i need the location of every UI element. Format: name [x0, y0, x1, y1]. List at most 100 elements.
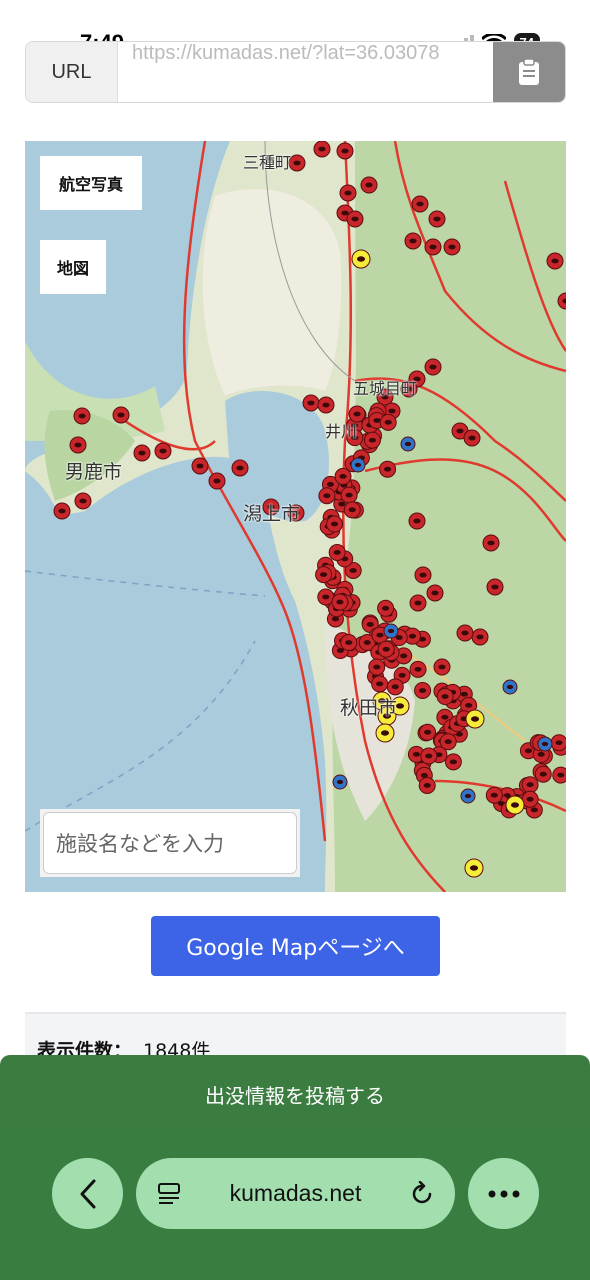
sighting-marker[interactable] — [231, 459, 249, 477]
tab-list-icon — [158, 1182, 180, 1204]
sighting-marker[interactable] — [419, 723, 437, 741]
sighting-marker[interactable] — [428, 210, 446, 228]
sighting-marker[interactable] — [456, 624, 474, 642]
more-options-button[interactable] — [468, 1158, 539, 1229]
sighting-marker[interactable] — [408, 512, 426, 530]
sighting-marker[interactable] — [288, 154, 306, 172]
map-view-button[interactable]: 地図 — [40, 240, 106, 294]
sighting-marker[interactable] — [546, 252, 564, 270]
post-sighting-button[interactable]: 出没情報を投稿する — [0, 1055, 590, 1133]
sighting-marker[interactable] — [208, 472, 226, 490]
facility-search-input[interactable]: 施設名などを入力 — [43, 812, 297, 874]
sighting-marker[interactable] — [368, 658, 386, 676]
sighting-marker[interactable] — [375, 723, 395, 743]
sighting-marker[interactable] — [460, 788, 476, 804]
sighting-marker[interactable] — [464, 858, 484, 878]
sighting-marker[interactable] — [346, 210, 364, 228]
sighting-marker[interactable] — [351, 249, 371, 269]
sighting-marker[interactable] — [317, 396, 335, 414]
sighting-marker[interactable] — [340, 486, 358, 504]
sighting-marker[interactable] — [331, 593, 349, 611]
sighting-marker[interactable] — [482, 534, 500, 552]
browser-toolbar: kumadas.net — [0, 1133, 590, 1280]
sighting-marker[interactable] — [443, 238, 461, 256]
sighting-marker[interactable] — [404, 232, 422, 250]
sighting-marker[interactable] — [537, 736, 553, 752]
url-row: URL https://kumadas.net/?lat=36.03078 — [25, 41, 566, 103]
sighting-marker[interactable] — [418, 776, 436, 794]
sighting-marker[interactable] — [400, 436, 416, 452]
sighting-marker[interactable] — [471, 628, 489, 646]
more-dots-icon — [488, 1190, 519, 1197]
sighting-marker[interactable] — [550, 734, 566, 752]
sighting-marker[interactable] — [424, 358, 442, 376]
address-bar[interactable]: kumadas.net — [136, 1158, 455, 1229]
sighting-marker[interactable] — [73, 407, 91, 425]
sighting-marker[interactable] — [505, 795, 525, 815]
google-map-button[interactable]: Google Mapページへ — [151, 916, 440, 976]
place-label-gojome: 五城目町 — [353, 379, 418, 398]
url-field[interactable]: https://kumadas.net/?lat=36.03078 — [118, 42, 493, 102]
sighting-marker[interactable] — [69, 436, 87, 454]
sighting-marker[interactable] — [371, 675, 389, 693]
sighting-marker[interactable] — [318, 487, 336, 505]
sighting-marker[interactable] — [379, 460, 397, 478]
sighting-marker[interactable] — [411, 195, 429, 213]
sighting-marker[interactable] — [133, 444, 151, 462]
sighting-marker[interactable] — [360, 176, 378, 194]
sighting-marker[interactable] — [313, 141, 331, 158]
sighting-marker[interactable] — [436, 688, 454, 706]
sighting-marker[interactable] — [383, 623, 399, 639]
sighting-marker[interactable] — [486, 578, 504, 596]
sighting-marker[interactable] — [350, 457, 366, 473]
status-bar: 7:49 74 — [0, 0, 590, 55]
sighting-marker[interactable] — [334, 467, 352, 485]
bear-sighting-map[interactable]: 三種町 五城目町 井川 男鹿市 潟上市 秋田市 航空写真 地図 施設名などを入力 — [25, 141, 566, 892]
place-label-katagami: 潟上市 — [243, 503, 301, 525]
sighting-marker[interactable] — [191, 457, 209, 475]
sighting-marker[interactable] — [336, 142, 354, 160]
sighting-marker[interactable] — [339, 184, 357, 202]
sighting-marker[interactable] — [340, 634, 358, 652]
sighting-marker[interactable] — [154, 442, 172, 460]
sighting-marker[interactable] — [534, 765, 552, 783]
place-label-sanshu: 三種町 — [243, 153, 292, 172]
sighting-marker[interactable] — [328, 543, 346, 561]
sighting-marker[interactable] — [521, 776, 539, 794]
sighting-marker[interactable] — [463, 429, 481, 447]
sighting-marker[interactable] — [557, 292, 566, 310]
sighting-marker[interactable] — [426, 584, 444, 602]
sighting-marker[interactable] — [409, 594, 427, 612]
sighting-marker[interactable] — [343, 501, 361, 519]
sighting-marker[interactable] — [414, 682, 432, 700]
sighting-marker[interactable] — [424, 238, 442, 256]
sighting-marker[interactable] — [521, 790, 539, 808]
sighting-marker[interactable] — [302, 394, 320, 412]
sighting-marker[interactable] — [326, 515, 344, 533]
sighting-marker[interactable] — [315, 566, 333, 584]
sighting-marker[interactable] — [552, 766, 566, 784]
sighting-marker[interactable] — [377, 599, 395, 617]
sighting-marker[interactable] — [332, 774, 348, 790]
place-label-oga: 男鹿市 — [65, 461, 123, 483]
sighting-marker[interactable] — [433, 658, 451, 676]
sighting-marker[interactable] — [444, 753, 462, 771]
sighting-marker[interactable] — [377, 640, 395, 658]
sighting-marker[interactable] — [502, 679, 518, 695]
facility-search-box: 施設名などを入力 — [40, 809, 300, 877]
aerial-photo-button[interactable]: 航空写真 — [40, 156, 142, 210]
sighting-marker[interactable] — [420, 747, 438, 765]
sighting-marker[interactable] — [379, 413, 397, 431]
copy-url-button[interactable] — [493, 42, 565, 102]
sighting-marker[interactable] — [74, 492, 92, 510]
reload-icon[interactable] — [409, 1180, 435, 1207]
sighting-marker[interactable] — [439, 733, 457, 751]
back-button[interactable] — [52, 1158, 123, 1229]
sighting-marker[interactable] — [409, 660, 427, 678]
sighting-marker[interactable] — [363, 431, 381, 449]
sighting-marker[interactable] — [465, 709, 485, 729]
sighting-marker[interactable] — [53, 502, 71, 520]
sighting-marker[interactable] — [112, 406, 130, 424]
sighting-marker[interactable] — [414, 566, 432, 584]
sighting-marker[interactable] — [485, 786, 503, 804]
